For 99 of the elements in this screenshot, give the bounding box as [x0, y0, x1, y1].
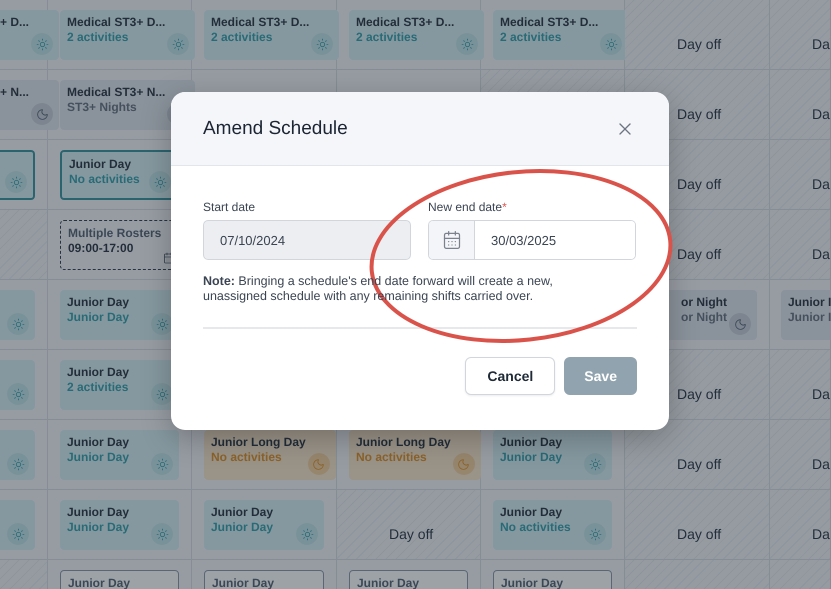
shift-card[interactable]: Medical ST3+ D... 2 activities [60, 10, 196, 60]
end-date-field[interactable]: 30/03/2025 [428, 220, 636, 260]
day-off-label: Day off [677, 36, 722, 52]
sun-icon [167, 33, 190, 55]
day-off-label: Day off [677, 176, 722, 192]
shift-subtitle: No activities [69, 172, 141, 187]
shift-title: Medical ST3+ N... [67, 85, 166, 100]
field-label: Start date [203, 200, 256, 214]
day-off-label: Da [812, 106, 830, 122]
shift-card[interactable]: Junior I Junior I [781, 290, 831, 340]
shift-subtitle: Junior Day [67, 310, 130, 325]
day-off-label: Da [812, 246, 830, 262]
shift-title: Junior Day [500, 435, 564, 450]
moon-icon [308, 453, 330, 475]
dialog-title: Amend Schedule [203, 118, 348, 140]
sun-icon [7, 453, 29, 475]
sun-icon [151, 383, 173, 405]
sun-icon [7, 313, 29, 335]
sun-icon [584, 453, 606, 475]
shift-card[interactable]: Junior Day Junior Day [493, 430, 612, 480]
sun-icon [151, 313, 173, 335]
day-off-label: Da [812, 176, 830, 192]
sun-icon [151, 523, 173, 545]
shift-card[interactable]: Junior Day Junior Day [60, 500, 179, 550]
shift-title: Junior Day [211, 505, 274, 520]
shift-card[interactable]: + D... [0, 10, 60, 60]
shift-title: Junior Long Day [211, 435, 306, 450]
shift-subtitle: 2 activities [67, 380, 130, 395]
shift-subtitle: No activities [211, 450, 283, 465]
field-label: New end date* [428, 200, 508, 214]
shift-subtitle: 09:00-17:00 [68, 241, 134, 256]
day-off-label: Day off [677, 456, 722, 472]
shift-card[interactable]: Junior Long Day No activities [349, 430, 481, 480]
sun-icon [584, 523, 606, 545]
day-off-label: Da [812, 36, 830, 52]
shift-title: Junior Day [67, 365, 130, 380]
day-off-label: Day off [677, 106, 722, 122]
shift-card[interactable]: + N... [0, 80, 60, 130]
shift-subtitle: Junior Day [500, 450, 564, 465]
shift-card[interactable] [0, 500, 35, 550]
shift-title: Medical ST3+ D... [500, 15, 598, 30]
sun-icon [151, 453, 173, 475]
moon-icon [31, 103, 54, 125]
shift-subtitle: 2 activities [67, 30, 130, 45]
shift-title: Junior Long Day [356, 435, 451, 450]
sun-icon [7, 523, 29, 545]
shift-title: Junior Day [500, 505, 564, 520]
sun-icon [31, 33, 54, 55]
sun-icon [5, 171, 27, 193]
moon-icon [452, 453, 475, 475]
day-off-label: Day off [677, 386, 722, 402]
cancel-button[interactable]: Cancel [465, 357, 556, 395]
sun-icon [7, 383, 29, 405]
shift-subtitle: or Night [681, 310, 727, 325]
shift-card[interactable] [0, 150, 35, 200]
shift-subtitle: 2 activities [356, 30, 418, 45]
sun-icon [456, 33, 478, 55]
day-off-label: Da [812, 526, 830, 542]
shift-title: or Night [681, 295, 727, 310]
shift-subtitle: 2 activities [211, 30, 274, 45]
shift-title: Junior Day [69, 157, 132, 172]
shift-title: Medical ST3+ D... [356, 15, 454, 30]
shift-subtitle: Junior Day [67, 450, 130, 465]
sun-icon [311, 33, 334, 55]
calendar-icon[interactable] [429, 221, 475, 259]
shift-card[interactable]: Junior Day Junior Day [204, 500, 324, 550]
moon-icon [729, 313, 751, 335]
day-off-label: Da [812, 456, 830, 472]
shift-card[interactable]: Junior Long Day No activities [204, 430, 336, 480]
shift-subtitle: No activities [356, 450, 428, 465]
shift-title: Junior Day [67, 435, 130, 450]
shift-title: Multiple Rosters [68, 226, 162, 241]
shift-subtitle: No activities [500, 520, 572, 535]
shift-card[interactable]: Junior Day No activities [493, 500, 612, 550]
shift-card[interactable] [0, 430, 35, 480]
day-off-label: Day off [677, 526, 722, 542]
shift-card[interactable]: Junior Day Junior Day [60, 430, 179, 480]
shift-subtitle: Junior I [788, 310, 831, 325]
shift-card[interactable]: Medical ST3+ D... 2 activities [349, 10, 484, 60]
shift-title: Medical ST3+ D... [67, 15, 166, 30]
day-off-label: Day off [389, 526, 434, 542]
shift-title: + N... [0, 85, 30, 100]
shift-card[interactable] [0, 360, 35, 410]
shift-card[interactable] [0, 290, 35, 340]
shift-card[interactable]: Medical ST3+ D... 2 activities [204, 10, 340, 60]
shift-title: Junior Day [67, 295, 130, 310]
shift-title: Medical ST3+ D... [211, 15, 310, 30]
sun-icon [296, 523, 318, 545]
shift-title: + D... [0, 15, 30, 30]
sun-icon [149, 171, 171, 193]
day-off-label: Da [812, 386, 830, 402]
shift-title: Junior I [788, 295, 831, 310]
shift-subtitle: ST3+ Nights [67, 100, 138, 115]
shift-subtitle: 2 activities [500, 30, 562, 45]
shift-title: Junior Day [67, 505, 130, 520]
shift-subtitle: Junior Day [67, 520, 130, 535]
shift-subtitle: Junior Day [211, 520, 274, 535]
day-off-label: Day off [677, 246, 722, 262]
sun-icon [600, 33, 622, 55]
